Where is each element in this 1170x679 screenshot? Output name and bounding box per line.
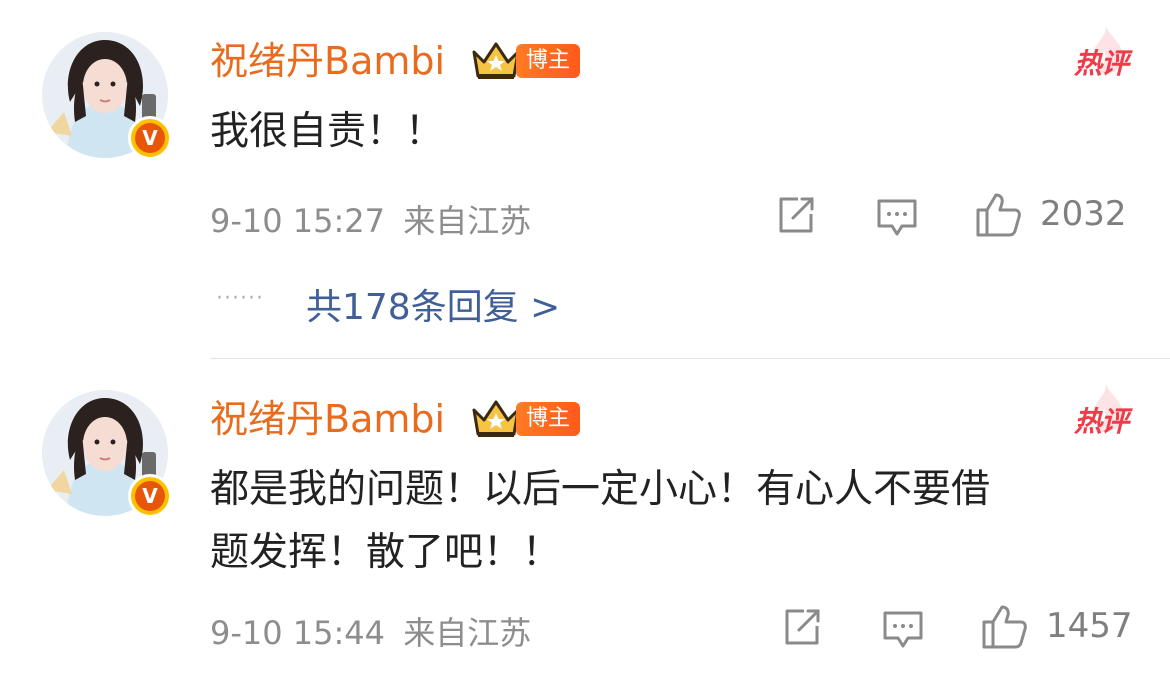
blogger-badge: 博主 [516, 402, 581, 436]
view-replies-link[interactable]: 共178条回复 > [306, 278, 560, 330]
replies-dots: ······ [216, 286, 264, 311]
hot-comment-label: 热评 [1073, 47, 1129, 80]
avatar[interactable]: V [42, 32, 172, 160]
hot-comment-label: 热评 [1073, 405, 1129, 438]
username[interactable]: 祝绪丹Bambi [210, 38, 445, 84]
comment-text-line: 都是我的问题！以后一定小心！有心人不要借 [210, 467, 991, 512]
comment-text-line: 题发挥！散了吧！！ [210, 530, 562, 575]
comment-date: 9-10 [210, 614, 283, 652]
comment-icon[interactable] [876, 198, 918, 238]
avatar[interactable]: V [42, 390, 172, 518]
comment-icon[interactable] [882, 610, 924, 650]
share-icon[interactable] [776, 196, 816, 236]
comment-location: 来自江苏 [403, 614, 532, 652]
comment-location: 来自江苏 [403, 202, 532, 240]
comment-meta: 9-10 15:44 来自江苏 [210, 608, 531, 654]
comment-item-2: V 祝绪丹Bambi 博主 热评 都是我的问题！以后一定小心！有心人不要借 题发… [0, 358, 1170, 679]
verified-v-icon: V [128, 474, 172, 518]
like-count: 2032 [1040, 194, 1127, 234]
username[interactable]: 祝绪丹Bambi [210, 396, 445, 442]
comment-time: 15:27 [292, 202, 386, 240]
like-icon[interactable] [980, 604, 1028, 650]
crown-icon [472, 400, 520, 437]
like-count: 1457 [1046, 606, 1133, 646]
blogger-badge: 博主 [516, 44, 581, 78]
verified-v-icon: V [128, 116, 172, 160]
comment-text-line: 我很自责！！ [210, 109, 445, 154]
comment-meta: 9-10 15:27 来自江苏 [210, 196, 531, 242]
crown-icon [472, 42, 520, 79]
comment-time: 15:44 [292, 614, 386, 652]
comment-item-1: V 祝绪丹Bambi 博主 热评 我很自责！！ 9-10 15:27 来自江苏 … [0, 0, 1170, 358]
comment-date: 9-10 [210, 202, 283, 240]
like-icon[interactable] [974, 192, 1022, 238]
share-icon[interactable] [782, 608, 822, 648]
